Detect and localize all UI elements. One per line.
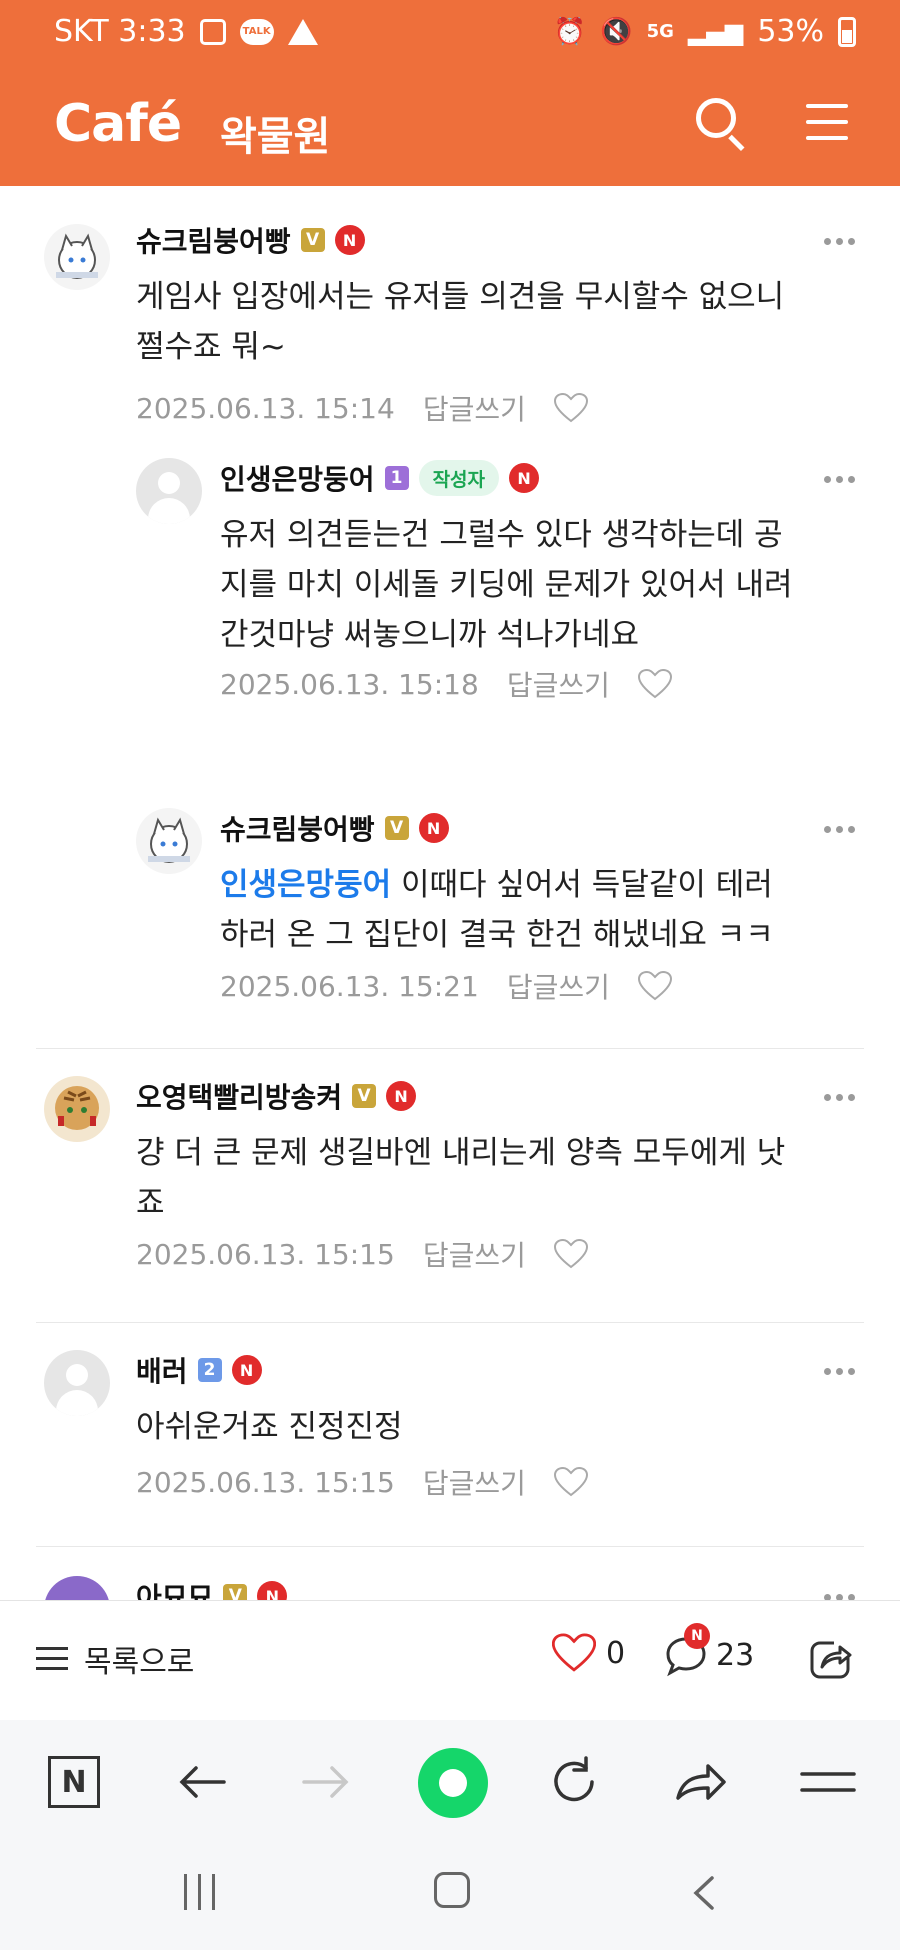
browser-menu-icon[interactable] bbox=[796, 1750, 860, 1814]
level-badge: 2 bbox=[197, 1358, 222, 1382]
avatar[interactable] bbox=[136, 808, 202, 874]
status-bar: SKT 3:33 TALK ⏰ 🔇 5G ▂▄▆ 53% bbox=[0, 0, 900, 66]
level-badge: 1 bbox=[384, 466, 409, 490]
comment-text: 아쉬운거죠 진정진정 bbox=[136, 1409, 403, 1445]
comment-text: 인생은망둥어 이때다 싶어서 득달같이 테러 하러 온 그 집단이 결국 한건 … bbox=[220, 867, 774, 953]
reply-button[interactable]: 답글쓰기 bbox=[507, 664, 610, 704]
naver-home-icon[interactable]: N bbox=[48, 1756, 100, 1808]
network-type: 5G bbox=[646, 21, 674, 42]
level-badge: V bbox=[352, 1084, 377, 1108]
new-badge: N bbox=[418, 813, 449, 843]
comment-text: 유저 의견듣는건 그럴수 있다 생각하는데 공 지를 마치 이세돌 키딩에 문제… bbox=[220, 517, 793, 653]
app-header: Café 왁물원 bbox=[0, 80, 900, 180]
heart-icon[interactable] bbox=[553, 1239, 588, 1269]
divider bbox=[36, 1048, 864, 1049]
comment-author[interactable]: 슈크림붕어빵 bbox=[220, 808, 375, 848]
more-options-icon[interactable] bbox=[824, 1094, 856, 1102]
more-options-icon[interactable] bbox=[824, 826, 856, 834]
comment-author[interactable]: 인생은망둥어 bbox=[220, 458, 375, 498]
comment-icon: N bbox=[664, 1623, 710, 1677]
comment-text: 걍 더 큰 문제 생길바엔 내리는게 양측 모두에게 낫 죠 bbox=[136, 1135, 786, 1221]
reply-button[interactable]: 답글쓰기 bbox=[423, 1462, 526, 1502]
avatar[interactable] bbox=[44, 1350, 110, 1416]
top-bar: SKT 3:33 TALK ⏰ 🔇 5G ▂▄▆ 53% Café 왁물원 bbox=[0, 0, 900, 186]
level-badge: V bbox=[384, 816, 409, 840]
comment-count: 23 bbox=[716, 1637, 755, 1673]
comment-author[interactable]: 아묘묘 bbox=[136, 1576, 213, 1600]
warning-icon bbox=[287, 18, 318, 45]
back-icon[interactable] bbox=[690, 1876, 716, 1910]
article-action-bar: 목록으로 0 N 23 bbox=[0, 1600, 900, 1720]
share-arrow-icon[interactable] bbox=[668, 1750, 732, 1814]
forward-arrow-icon[interactable] bbox=[294, 1750, 358, 1814]
new-badge: N bbox=[257, 1581, 288, 1600]
heart-icon[interactable] bbox=[637, 669, 672, 699]
heart-icon bbox=[552, 1633, 596, 1672]
reply-button[interactable]: 답글쓰기 bbox=[507, 966, 610, 1006]
list-icon bbox=[36, 1645, 68, 1673]
share-icon[interactable] bbox=[808, 1635, 854, 1681]
more-options-icon[interactable] bbox=[824, 476, 856, 484]
new-badge: N bbox=[684, 1623, 710, 1649]
battery-percent: 53% bbox=[757, 14, 824, 49]
back-to-list-button[interactable]: 목록으로 bbox=[36, 1637, 194, 1681]
new-badge: N bbox=[509, 463, 540, 493]
avatar[interactable] bbox=[136, 458, 202, 524]
browser-nav-bar: N bbox=[0, 1720, 900, 1846]
refresh-icon[interactable] bbox=[542, 1750, 606, 1814]
new-badge: N bbox=[231, 1355, 262, 1385]
reply-button[interactable]: 답글쓰기 bbox=[423, 1234, 526, 1274]
new-badge: N bbox=[334, 225, 365, 255]
like-button[interactable]: 0 bbox=[552, 1633, 625, 1673]
comment-date: 2025.06.13. 15:18 bbox=[220, 667, 479, 701]
cafe-name[interactable]: 왁물원 bbox=[220, 104, 330, 162]
more-options-icon[interactable] bbox=[824, 238, 856, 246]
gallery-icon bbox=[199, 18, 226, 45]
mute-icon: 🔇 bbox=[600, 16, 633, 47]
talk-icon: TALK bbox=[239, 18, 274, 45]
comment-list[interactable]: 슈크림붕어빵 V N 게임사 입장에서는 유저들 의견을 무시할수 없으니 쩔수… bbox=[0, 186, 900, 1600]
system-nav-bar bbox=[0, 1846, 900, 1950]
avatar[interactable] bbox=[44, 1576, 110, 1600]
mention-link[interactable]: 인생은망둥어 bbox=[220, 867, 391, 903]
carrier-time: SKT 3:33 bbox=[54, 14, 186, 49]
more-options-icon[interactable] bbox=[824, 1368, 856, 1376]
back-to-list-label: 목록으로 bbox=[84, 1645, 195, 1680]
naver-green-dot-icon[interactable] bbox=[418, 1748, 488, 1818]
comment-author[interactable]: 오영택빨리방송켜 bbox=[136, 1076, 342, 1116]
divider bbox=[36, 1322, 864, 1323]
comment-author[interactable]: 배러 bbox=[136, 1350, 188, 1390]
home-icon[interactable] bbox=[434, 1872, 470, 1908]
new-badge: N bbox=[386, 1081, 417, 1111]
comment-author[interactable]: 슈크림붕어빵 bbox=[136, 220, 291, 260]
level-badge: V bbox=[300, 228, 325, 252]
avatar[interactable] bbox=[44, 1076, 110, 1142]
comment-date: 2025.06.13. 15:21 bbox=[220, 969, 479, 1003]
battery-icon bbox=[838, 16, 856, 47]
comment-date: 2025.06.13. 15:15 bbox=[136, 1237, 395, 1271]
avatar[interactable] bbox=[44, 224, 110, 290]
heart-icon[interactable] bbox=[553, 393, 588, 423]
back-arrow-icon[interactable] bbox=[170, 1750, 234, 1814]
signal-icon: ▂▄▆ bbox=[687, 17, 744, 46]
comment-text: 게임사 입장에서는 유저들 의견을 무시할수 없으니 쩔수죠 뭐~ bbox=[136, 279, 785, 365]
menu-icon[interactable] bbox=[806, 102, 848, 142]
level-badge: V bbox=[223, 1584, 248, 1600]
heart-icon[interactable] bbox=[637, 971, 672, 1001]
comment-date: 2025.06.13. 15:14 bbox=[136, 391, 395, 425]
recent-apps-icon[interactable] bbox=[184, 1874, 220, 1910]
cafe-logo[interactable]: Café bbox=[54, 94, 182, 154]
alarm-icon: ⏰ bbox=[553, 16, 587, 47]
reply-button[interactable]: 답글쓰기 bbox=[423, 388, 526, 428]
comments-button[interactable]: N 23 bbox=[664, 1623, 755, 1677]
comment-date: 2025.06.13. 15:15 bbox=[136, 1465, 395, 1499]
search-icon[interactable] bbox=[696, 98, 746, 158]
like-count: 0 bbox=[606, 1635, 626, 1671]
divider bbox=[36, 1546, 864, 1547]
heart-icon[interactable] bbox=[553, 1467, 588, 1497]
writer-badge: 작성자 bbox=[418, 460, 500, 496]
